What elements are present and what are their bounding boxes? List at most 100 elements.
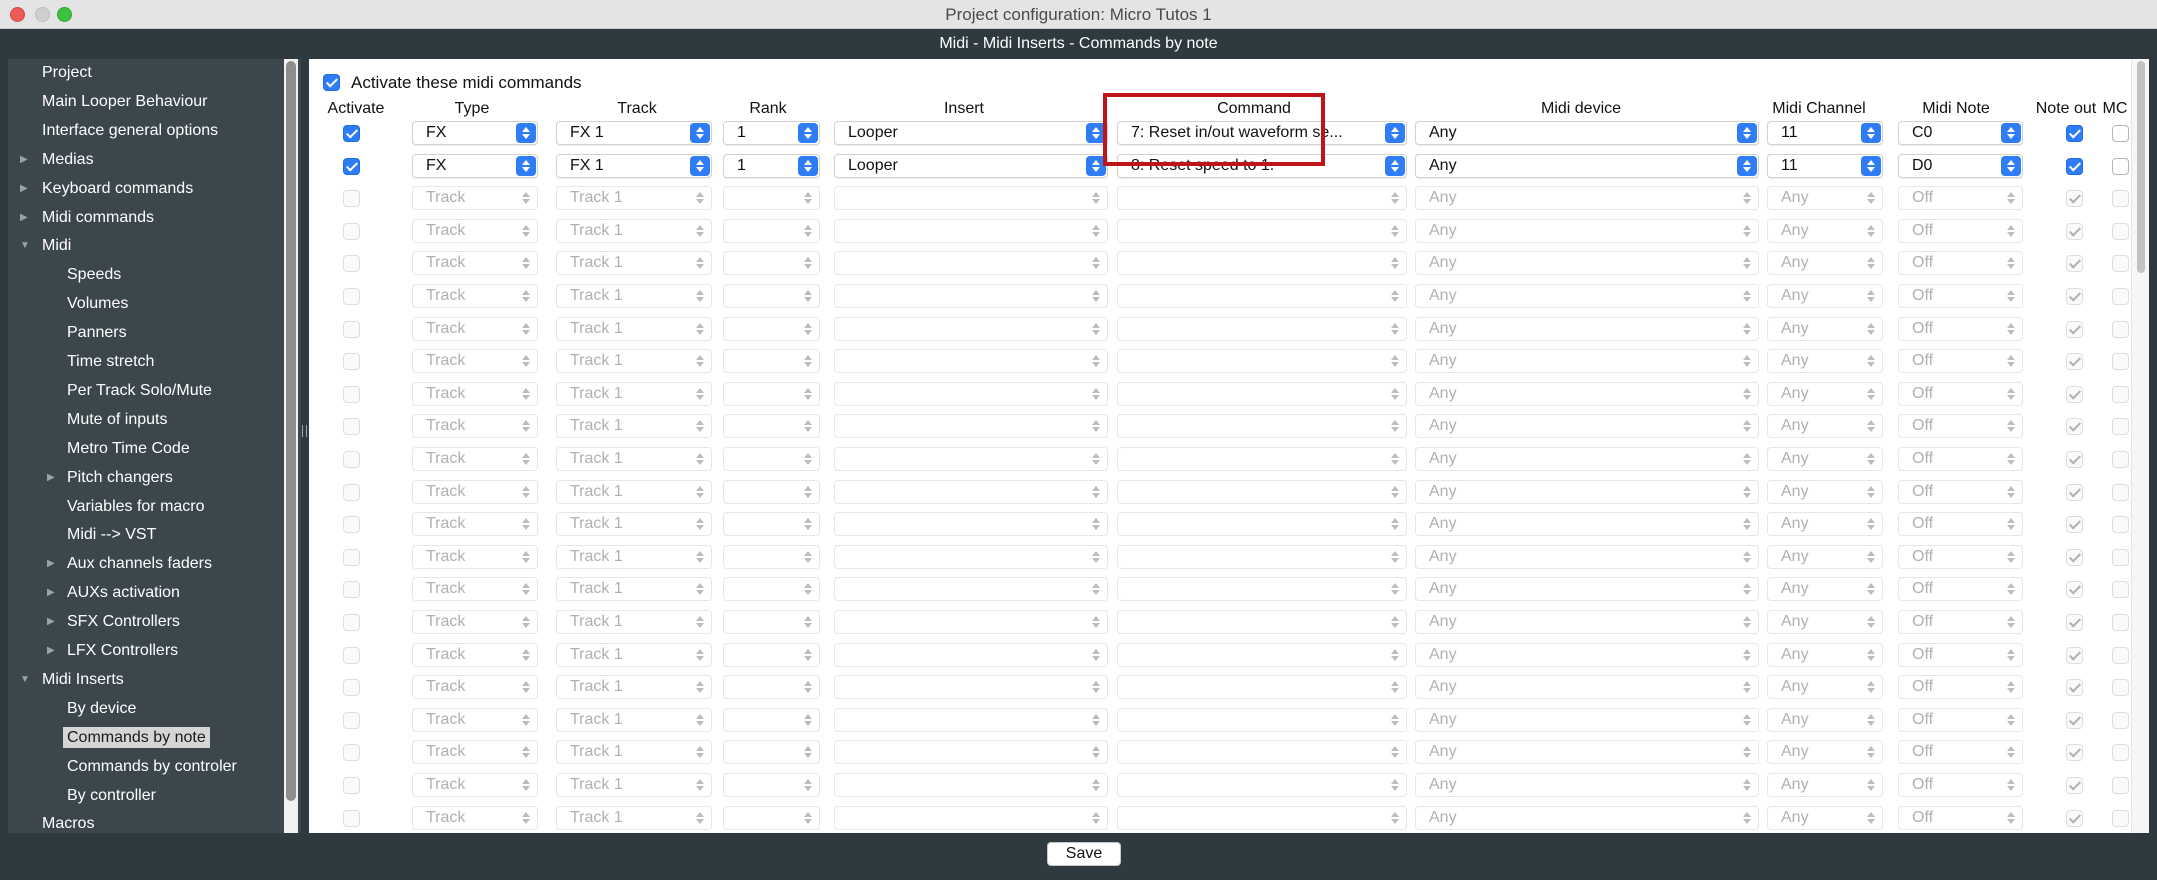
rank-select[interactable]: 1 xyxy=(723,153,820,178)
mc-checkbox[interactable] xyxy=(2112,418,2129,436)
mc-checkbox[interactable] xyxy=(2112,614,2129,631)
note-select[interactable]: Off xyxy=(1898,479,2023,504)
note-select[interactable]: D0 xyxy=(1898,153,2023,178)
note-select[interactable]: Off xyxy=(1898,414,2023,439)
mc-checkbox[interactable] xyxy=(2112,157,2129,175)
channel-select[interactable]: Any xyxy=(1767,284,1883,308)
track-select[interactable]: Track 1 xyxy=(556,577,712,602)
rank-select[interactable] xyxy=(723,316,820,341)
channel-select[interactable]: Any xyxy=(1767,544,1883,569)
command-select[interactable] xyxy=(1117,544,1407,569)
activate-checkbox[interactable] xyxy=(343,190,360,208)
mc-checkbox[interactable] xyxy=(2112,385,2129,403)
track-select[interactable]: Track 1 xyxy=(556,218,712,243)
device-select[interactable]: Any xyxy=(1415,610,1759,634)
command-select[interactable] xyxy=(1117,186,1407,211)
table-scroll-thumb[interactable] xyxy=(2137,61,2145,273)
track-select[interactable]: Track 1 xyxy=(556,414,712,439)
type-select[interactable]: Track xyxy=(412,805,538,830)
activate-checkbox[interactable] xyxy=(343,548,360,566)
note-out-checkbox[interactable] xyxy=(2066,451,2083,468)
insert-select[interactable] xyxy=(834,447,1108,471)
command-select[interactable] xyxy=(1117,381,1407,406)
activate-checkbox[interactable] xyxy=(343,483,360,501)
track-select[interactable]: Track 1 xyxy=(556,349,712,374)
type-select[interactable]: Track xyxy=(412,251,538,276)
track-select[interactable]: Track 1 xyxy=(556,512,712,537)
note-select[interactable]: Off xyxy=(1898,186,2023,211)
device-select[interactable]: Any xyxy=(1415,251,1759,276)
mc-checkbox[interactable] xyxy=(2112,777,2129,794)
rank-select[interactable] xyxy=(723,284,820,308)
track-select[interactable]: Track 1 xyxy=(556,284,712,308)
activate-checkbox[interactable] xyxy=(343,451,360,468)
note-out-checkbox[interactable] xyxy=(2066,777,2083,794)
mc-checkbox[interactable] xyxy=(2112,483,2129,501)
mc-checkbox[interactable] xyxy=(2112,255,2129,273)
insert-select[interactable] xyxy=(834,610,1108,634)
command-select[interactable] xyxy=(1117,349,1407,374)
track-select[interactable]: Track 1 xyxy=(556,251,712,276)
device-select[interactable]: Any xyxy=(1415,479,1759,504)
command-select[interactable] xyxy=(1117,642,1407,667)
panel-splitter[interactable] xyxy=(301,59,309,833)
sidebar-item[interactable]: Commands by note xyxy=(63,724,210,752)
device-select[interactable]: Any xyxy=(1415,284,1759,308)
activate-checkbox[interactable] xyxy=(343,777,360,794)
rank-select[interactable] xyxy=(723,186,820,211)
sidebar-item[interactable]: ▶ Midi commands xyxy=(20,204,154,232)
expanded-arrow-icon[interactable]: ▼ xyxy=(20,232,30,260)
sidebar-item[interactable]: Volumes xyxy=(67,290,128,318)
channel-select[interactable]: Any xyxy=(1767,381,1883,406)
collapsed-arrow-icon[interactable]: ▶ xyxy=(47,608,55,636)
sidebar-item[interactable]: Time stretch xyxy=(67,348,154,376)
type-select[interactable]: Track xyxy=(412,349,538,374)
device-select[interactable]: Any xyxy=(1415,707,1759,732)
note-out-checkbox[interactable] xyxy=(2066,548,2083,566)
note-select[interactable]: Off xyxy=(1898,610,2023,634)
type-select[interactable]: Track xyxy=(412,414,538,439)
device-select[interactable]: Any xyxy=(1415,381,1759,406)
type-select[interactable]: Track xyxy=(412,512,538,537)
note-out-checkbox[interactable] xyxy=(2066,157,2083,175)
note-select[interactable]: Off xyxy=(1898,675,2023,700)
sidebar-item[interactable]: ▼ Midi xyxy=(20,232,71,260)
device-select[interactable]: Any xyxy=(1415,121,1759,145)
sidebar-item[interactable]: Metro Time Code xyxy=(67,435,190,463)
device-select[interactable]: Any xyxy=(1415,773,1759,797)
note-select[interactable]: Off xyxy=(1898,740,2023,765)
sidebar-item[interactable]: Speeds xyxy=(67,261,121,289)
channel-select[interactable]: Any xyxy=(1767,577,1883,602)
sidebar-item[interactable]: Main Looper Behaviour xyxy=(42,88,207,116)
device-select[interactable]: Any xyxy=(1415,349,1759,374)
rank-select[interactable] xyxy=(723,479,820,504)
type-select[interactable]: Track xyxy=(412,544,538,569)
activate-checkbox[interactable] xyxy=(343,614,360,631)
sidebar-item[interactable]: ▶ SFX Controllers xyxy=(47,608,180,636)
command-select[interactable] xyxy=(1117,447,1407,471)
mc-checkbox[interactable] xyxy=(2112,125,2129,142)
track-select[interactable]: Track 1 xyxy=(556,675,712,700)
note-select[interactable]: Off xyxy=(1898,251,2023,276)
device-select[interactable]: Any xyxy=(1415,218,1759,243)
insert-select[interactable] xyxy=(834,512,1108,537)
rank-select[interactable] xyxy=(723,349,820,374)
type-select[interactable]: Track xyxy=(412,479,538,504)
insert-select[interactable] xyxy=(834,186,1108,211)
rank-select[interactable] xyxy=(723,544,820,569)
rank-select[interactable] xyxy=(723,805,820,830)
insert-select[interactable] xyxy=(834,316,1108,341)
note-select[interactable]: Off xyxy=(1898,577,2023,602)
type-select[interactable]: Track xyxy=(412,577,538,602)
sidebar-item[interactable]: ▼ Midi Inserts xyxy=(20,666,124,694)
sidebar-item[interactable]: Midi --> VST xyxy=(67,521,156,549)
activate-checkbox[interactable] xyxy=(343,744,360,762)
mc-checkbox[interactable] xyxy=(2112,353,2129,371)
device-select[interactable]: Any xyxy=(1415,512,1759,537)
collapsed-arrow-icon[interactable]: ▶ xyxy=(47,550,55,578)
sidebar-item[interactable]: ▶ LFX Controllers xyxy=(47,637,178,665)
insert-select[interactable] xyxy=(834,675,1108,700)
insert-select[interactable] xyxy=(834,544,1108,569)
note-select[interactable]: Off xyxy=(1898,642,2023,667)
note-out-checkbox[interactable] xyxy=(2066,385,2083,403)
